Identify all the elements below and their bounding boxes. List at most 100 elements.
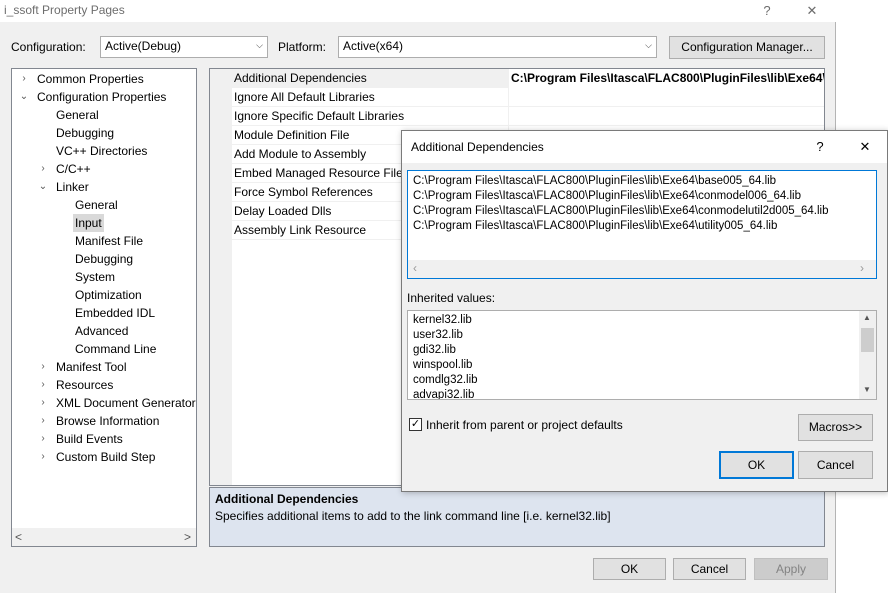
tree-horizontal-scrollbar[interactable]: < > <box>12 528 196 546</box>
tree-item-label: Common Properties <box>37 72 144 86</box>
tree-item[interactable]: Manifest File <box>12 232 196 250</box>
dialog-close-icon[interactable]: ✕ <box>850 137 880 157</box>
description-text: Specifies additional items to add to the… <box>215 509 611 523</box>
inherited-value-line: comdlg32.lib <box>413 374 478 386</box>
chevron-right-icon[interactable]: › <box>37 448 49 466</box>
tree-item-label: General <box>56 108 99 122</box>
tree-item[interactable]: Input <box>12 214 196 232</box>
property-row[interactable]: Ignore All Default Libraries <box>210 88 824 107</box>
chevron-down-icon[interactable]: ⌄ <box>37 178 49 196</box>
chevron-right-icon[interactable]: › <box>18 70 30 88</box>
tree-item[interactable]: › C/C++ <box>12 160 196 178</box>
configuration-manager-button[interactable]: Configuration Manager... <box>669 36 825 59</box>
tree-item-label: Input <box>73 214 104 232</box>
scroll-down-icon[interactable]: ▼ <box>863 385 871 394</box>
inherited-values-list[interactable]: ▲ ▼ kernel32.lib user32.lib gdi32.lib winsp… <box>407 310 877 400</box>
window-title: i_ssoft Property Pages <box>4 3 125 17</box>
tree-item[interactable]: › Resources <box>12 376 196 394</box>
tree-item-label: Debugging <box>56 126 115 140</box>
inherit-checkbox[interactable]: ✓ <box>409 418 422 431</box>
tree-item-label: Configuration Properties <box>37 90 167 104</box>
dialog-ok-button[interactable]: OK <box>719 451 794 479</box>
configuration-dropdown[interactable]: Active(Debug) ⌵ <box>100 36 268 58</box>
scroll-right-icon[interactable]: > <box>184 530 191 544</box>
tree-item[interactable]: ⌄ Linker <box>12 178 196 196</box>
dependencies-edit-box[interactable]: ‹ › C:\Program Files\Itasca\FLAC800\Plug… <box>407 170 877 279</box>
inherited-values-label: Inherited values: <box>407 291 496 305</box>
help-icon[interactable]: ? <box>752 1 782 21</box>
chevron-right-icon[interactable]: › <box>37 430 49 448</box>
scroll-up-icon[interactable]: ▲ <box>863 313 871 322</box>
property-row[interactable]: Additional Dependencies C:\Program Files\… <box>210 69 824 88</box>
tree-item[interactable]: Optimization <box>12 286 196 304</box>
chevron-right-icon[interactable]: › <box>37 394 49 412</box>
property-row[interactable]: Ignore Specific Default Libraries <box>210 107 824 126</box>
platform-label: Platform: <box>278 40 327 54</box>
tree-item[interactable]: Debugging <box>12 124 196 142</box>
tree-item-label: Debugging <box>75 252 134 266</box>
chevron-down-icon[interactable]: ⌄ <box>18 88 30 106</box>
apply-button[interactable]: Apply <box>754 558 828 580</box>
tree-item[interactable]: VC++ Directories <box>12 142 196 160</box>
tree-item-label: C/C++ <box>56 162 91 176</box>
tree-item[interactable]: Advanced <box>12 322 196 340</box>
tree-item-label: System <box>75 270 116 284</box>
chevron-down-icon: ⌵ <box>645 40 652 50</box>
scrollbar-thumb[interactable] <box>861 328 874 352</box>
tree-item-label: Browse Information <box>56 414 160 428</box>
dependency-line: C:\Program Files\Itasca\FLAC800\PluginFi… <box>413 190 802 202</box>
tree-item[interactable]: Debugging <box>12 250 196 268</box>
chevron-down-icon: ⌵ <box>256 40 263 50</box>
dialog-title: Additional Dependencies <box>411 140 544 154</box>
property-value[interactable]: C:\Program Files\Itasca\FLAC800\PluginFi… <box>508 69 824 88</box>
cancel-button[interactable]: Cancel <box>673 558 746 580</box>
ok-button[interactable]: OK <box>593 558 666 580</box>
chevron-right-icon[interactable]: › <box>37 358 49 376</box>
close-icon[interactable]: ✕ <box>797 1 827 21</box>
platform-value: Active(x64) <box>343 39 404 53</box>
configuration-value: Active(Debug) <box>105 39 182 53</box>
dialog-cancel-button[interactable]: Cancel <box>798 451 873 479</box>
macros-button[interactable]: Macros>> <box>798 414 873 441</box>
tree-item[interactable]: General <box>12 196 196 214</box>
tree-item[interactable]: Command Line <box>12 340 196 358</box>
scroll-right-icon[interactable]: › <box>860 261 864 275</box>
chevron-right-icon[interactable]: › <box>37 376 49 394</box>
tree-item-label: Resources <box>56 378 114 392</box>
tree-item[interactable]: › Common Properties <box>12 70 196 88</box>
inherit-checkbox-label[interactable]: Inherit from parent or project defaults <box>426 418 623 432</box>
edit-horizontal-scrollbar[interactable]: ‹ › <box>408 260 876 278</box>
inherited-value-line: kernel32.lib <box>413 314 472 326</box>
tree-item[interactable]: › XML Document Generator <box>12 394 196 412</box>
tree-item[interactable]: Embedded IDL <box>12 304 196 322</box>
tree-item-label: Linker <box>56 180 89 194</box>
tree-item[interactable]: › Custom Build Step <box>12 448 196 466</box>
tree-item[interactable]: System <box>12 268 196 286</box>
configuration-label: Configuration: <box>11 40 86 54</box>
property-name: Ignore All Default Libraries <box>234 90 375 104</box>
tree-item-label: Embedded IDL <box>75 306 156 320</box>
tree-item[interactable]: General <box>12 106 196 124</box>
chevron-right-icon[interactable]: › <box>37 160 49 178</box>
title-bar: i_ssoft Property Pages ? ✕ <box>0 0 836 22</box>
inherited-vertical-scrollbar[interactable]: ▲ ▼ <box>859 311 876 399</box>
property-value[interactable] <box>508 107 824 126</box>
chevron-right-icon[interactable]: › <box>37 412 49 430</box>
tree-item[interactable]: › Manifest Tool <box>12 358 196 376</box>
tree-item[interactable]: › Browse Information <box>12 412 196 430</box>
scroll-left-icon[interactable]: < <box>15 530 22 544</box>
tree-item[interactable]: ⌄ Configuration Properties <box>12 88 196 106</box>
platform-dropdown[interactable]: Active(x64) ⌵ <box>338 36 657 58</box>
tree-item-label: General <box>75 198 118 212</box>
tree-item[interactable]: › Build Events <box>12 430 196 448</box>
tree-item-label: XML Document Generator <box>56 396 196 410</box>
inherited-value-line: winspool.lib <box>413 359 473 371</box>
dialog-help-icon[interactable]: ? <box>805 137 835 157</box>
inherited-value-line: advapi32.lib <box>413 389 475 400</box>
additional-dependencies-dialog: Additional Dependencies ? ✕ ‹ › C:\Progr… <box>401 130 888 492</box>
property-value[interactable] <box>508 88 824 107</box>
tree-item-label: Manifest File <box>75 234 144 248</box>
scroll-left-icon[interactable]: ‹ <box>413 261 417 275</box>
dialog-title-bar: Additional Dependencies ? ✕ <box>402 131 887 163</box>
property-name: Additional Dependencies <box>234 71 367 85</box>
